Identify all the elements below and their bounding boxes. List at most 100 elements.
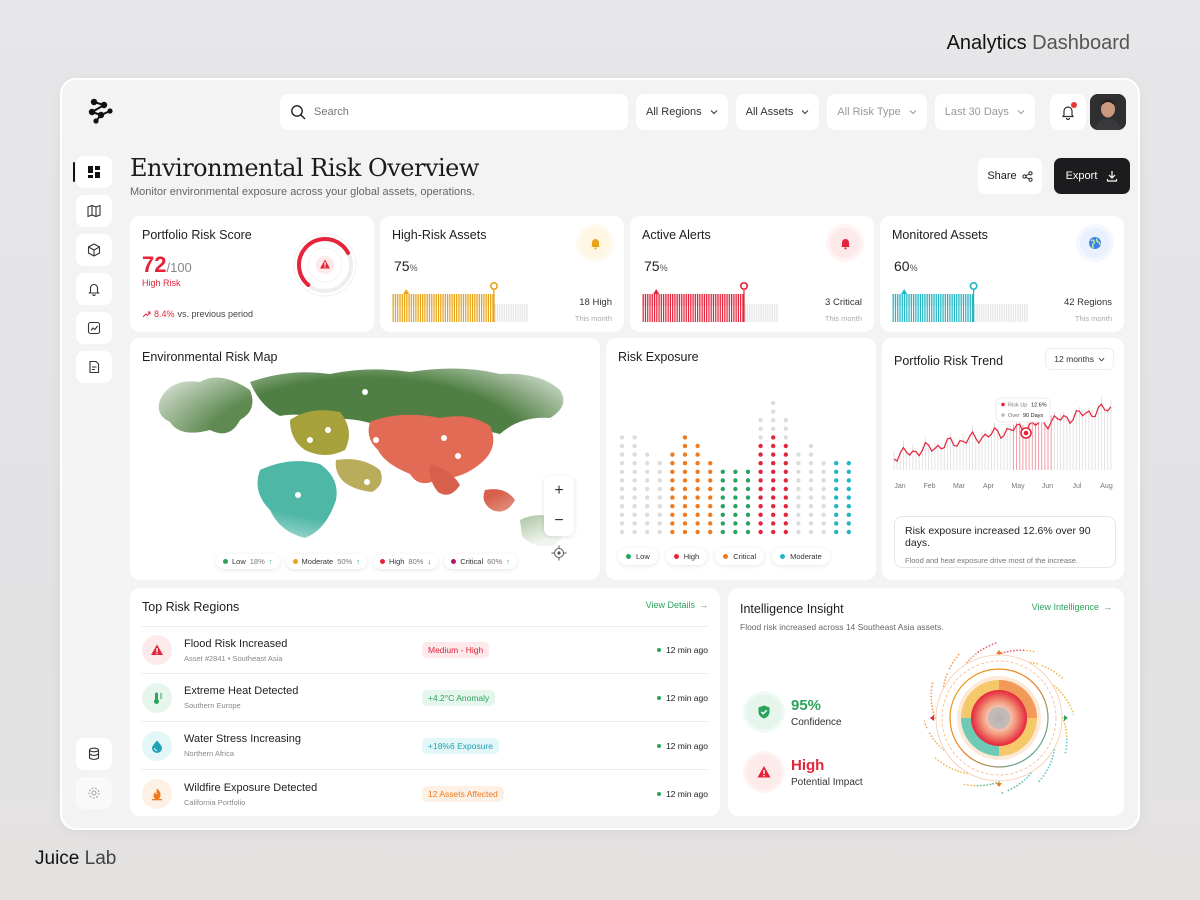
nav-reports[interactable] [76, 351, 112, 383]
exposure-dot [657, 495, 662, 500]
particle-dot [963, 783, 966, 786]
exposure-dot [619, 443, 625, 449]
kpi-bar [401, 294, 403, 322]
nav-alerts[interactable] [76, 273, 112, 305]
zoom-in-button[interactable]: + [554, 482, 563, 500]
world-risk-map[interactable] [140, 360, 592, 560]
nav-map[interactable] [76, 195, 112, 227]
kpi-percent: 75% [394, 258, 418, 274]
thermometer-icon [142, 682, 172, 713]
exposure-dot [783, 461, 788, 466]
legend-label: High [683, 552, 700, 561]
chevron-down-icon [1017, 110, 1025, 115]
filter-risk-type-label: All Risk Type [837, 106, 901, 118]
region-time: 12 min ago [656, 645, 708, 655]
nav-dashboard[interactable] [73, 156, 112, 188]
kpi-bar [456, 294, 458, 322]
particle-dot [1073, 713, 1074, 716]
exposure-dot [771, 461, 776, 466]
exposure-legend-critical: Critical [715, 548, 765, 565]
exposure-dot [758, 495, 763, 500]
filter-regions[interactable]: All Regions [636, 94, 728, 130]
kpi-bar [437, 294, 440, 322]
exposure-dot [733, 512, 738, 517]
particle-dot [951, 661, 954, 664]
kpi-bar [665, 294, 667, 322]
region-row[interactable]: Water Stress Increasing Northern Africa +… [142, 722, 708, 770]
kpi-bar [644, 294, 647, 322]
kpi-bar [694, 294, 696, 322]
exposure-dot [670, 512, 675, 517]
filter-assets[interactable]: All Assets [735, 94, 820, 130]
month-label: Jan [894, 483, 905, 490]
particle-dot [1028, 774, 1030, 777]
exposure-dot [695, 478, 700, 483]
kpi-bar [901, 294, 903, 322]
exposure-dot [619, 452, 625, 457]
share-button[interactable]: Share [978, 158, 1042, 194]
search-box[interactable] [280, 94, 628, 130]
region-row[interactable]: Wildfire Exposure Detected California Por… [142, 770, 708, 818]
kpi-bar [465, 294, 467, 322]
top-risk-regions-card: Top Risk Regions View Details → Flood Ris… [130, 588, 720, 816]
risk-map-card: Environmental Risk Map + − Low 18% ↑ Moder… [130, 338, 600, 580]
notifications-button[interactable] [1050, 94, 1086, 130]
kpi-bar [469, 294, 471, 322]
exposure-dot [645, 478, 650, 483]
user-avatar[interactable] [1090, 94, 1126, 130]
kpi-bar [967, 294, 969, 322]
arrow-up-icon: ↑ [268, 557, 273, 566]
particle-dot [1067, 701, 1070, 704]
filter-risk-type[interactable]: All Risk Type [827, 94, 927, 130]
range-select[interactable]: 12 months [1045, 348, 1114, 370]
kpi-bar [965, 294, 967, 322]
view-intelligence-link[interactable]: View Intelligence → [1032, 602, 1112, 612]
particle-dot [930, 692, 933, 695]
particle-dot [1055, 687, 1058, 689]
zoom-out-button[interactable]: − [554, 512, 563, 530]
locate-icon[interactable] [550, 544, 568, 562]
legend-moderate: Moderate 50% ↑ [285, 554, 367, 569]
particle-dot [1056, 672, 1058, 675]
exposure-dot [682, 452, 688, 457]
particle-dot [1040, 777, 1043, 780]
particle-dot [972, 655, 975, 657]
region-time: 12 min ago [656, 789, 708, 799]
exposure-dot [808, 504, 814, 509]
nav-database[interactable] [76, 738, 112, 770]
kpi-bar [706, 294, 708, 322]
exposure-dot [846, 529, 851, 535]
kpi-bar [460, 294, 462, 322]
kpi-count: 18 High [579, 297, 612, 308]
exposure-dot [619, 486, 625, 492]
search-input[interactable] [314, 106, 594, 118]
view-details-link[interactable]: View Details → [646, 600, 708, 610]
region-title: Water Stress Increasing [184, 733, 301, 745]
particle-dot [1051, 757, 1054, 760]
risk-trend-card: Portfolio Risk Trend 12 months Risk Up 1… [882, 338, 1124, 580]
trend-insight-box: Risk exposure increased 12.6% over 90 da… [894, 516, 1116, 568]
region-row[interactable]: Flood Risk Increased Asset #2841 • Southe… [142, 626, 708, 674]
particle-dot [928, 732, 931, 735]
exposure-dot [758, 418, 763, 423]
export-button[interactable]: Export [1054, 158, 1130, 194]
filter-date-range[interactable]: Last 30 Days [934, 94, 1035, 130]
app-logo-icon[interactable] [86, 96, 114, 124]
exposure-dot [783, 486, 788, 492]
kpi-bar [935, 294, 937, 322]
kpi-card-active-alerts: Active Alerts 75% 3 Critical This month [630, 216, 874, 332]
nav-analytics[interactable] [76, 312, 112, 344]
database-icon [88, 747, 100, 761]
kpi-bar [758, 304, 760, 322]
kpi-bar [958, 294, 960, 322]
exposure-dot [645, 452, 650, 457]
region-row[interactable]: Extreme Heat Detected Southern Europe +4.… [142, 674, 708, 722]
kpi-bar [919, 294, 921, 322]
nav-assets[interactable] [76, 234, 112, 266]
nav-settings[interactable] [76, 777, 112, 809]
exposure-dot [783, 443, 788, 449]
particle-dot [1047, 766, 1050, 769]
legend-dot [451, 559, 457, 564]
kpi-bar [515, 304, 517, 322]
filter-date-range-label: Last 30 Days [944, 106, 1009, 118]
